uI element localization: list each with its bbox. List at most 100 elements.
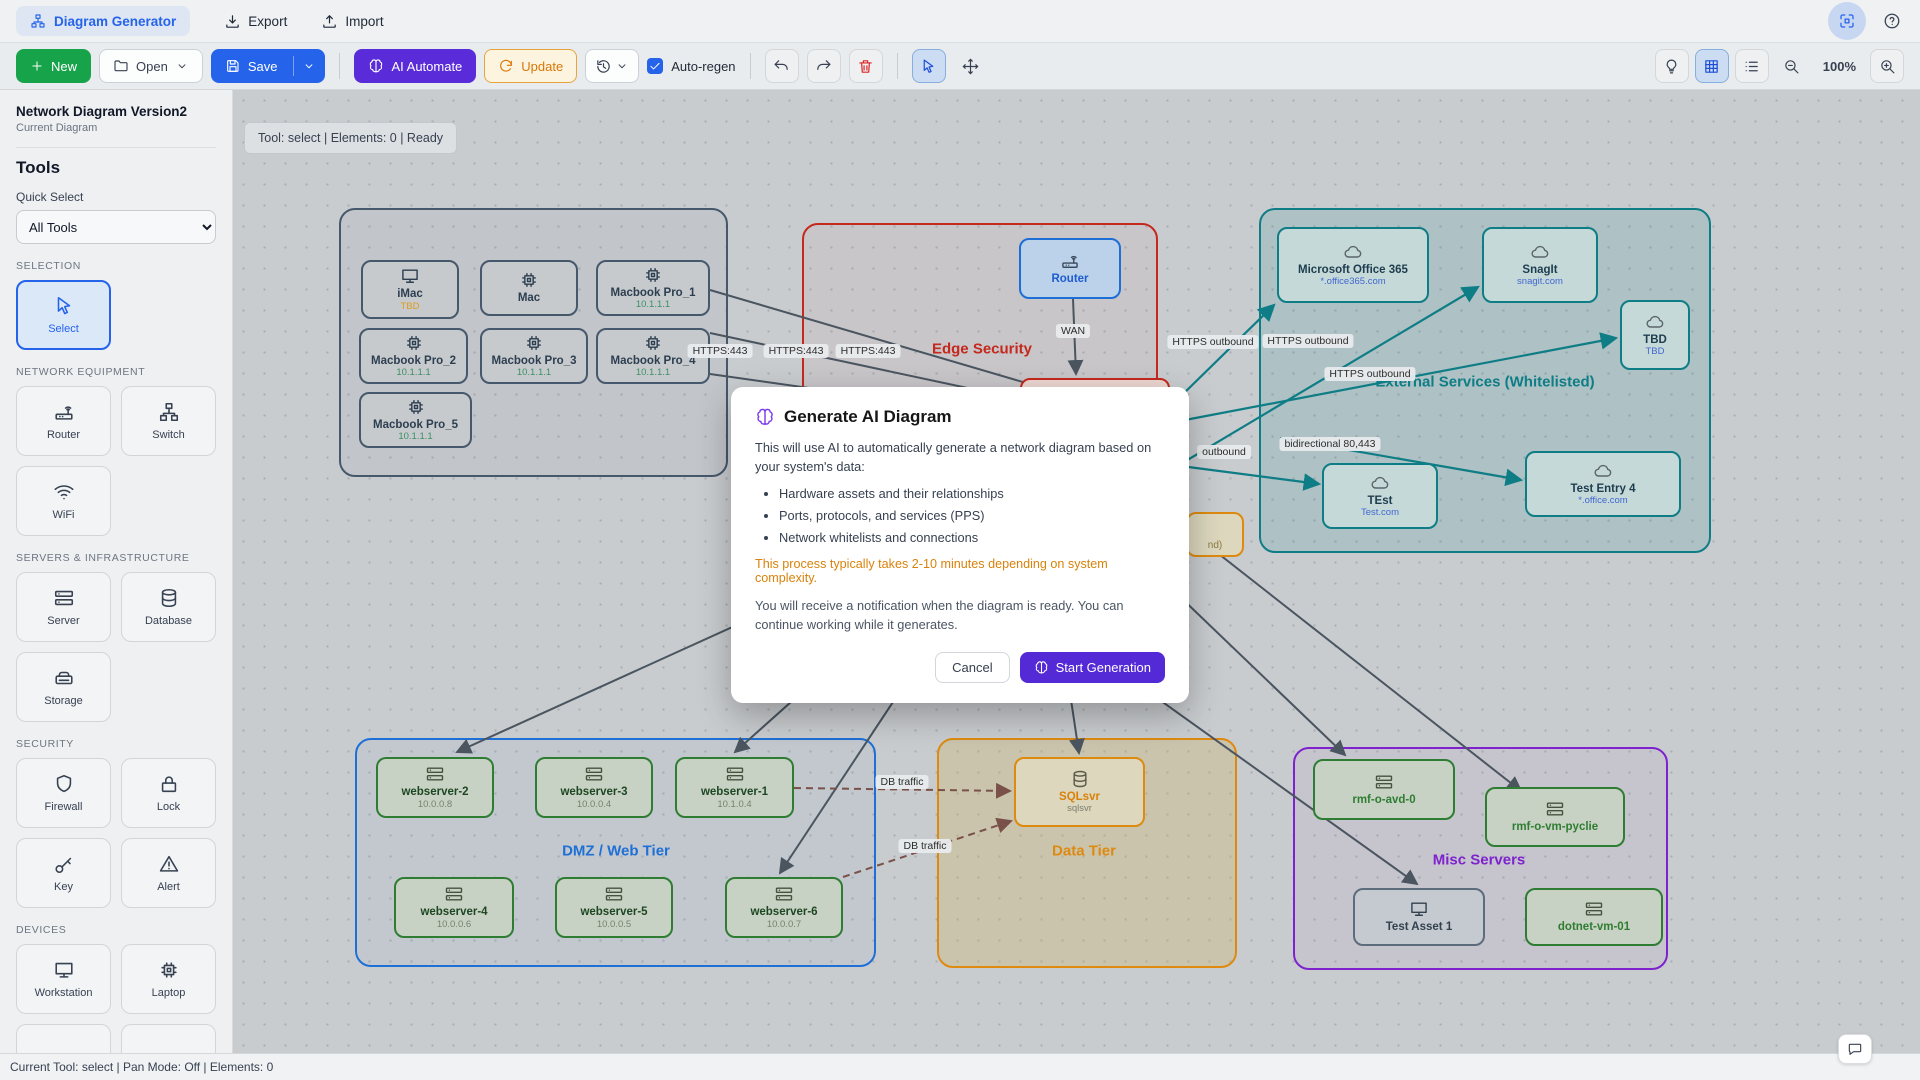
- help-button[interactable]: [1880, 9, 1904, 33]
- ai-automate-button[interactable]: AI Automate: [354, 49, 476, 83]
- node-mac[interactable]: Mac: [480, 260, 578, 316]
- cloud-icon: [1593, 461, 1613, 481]
- sidebar-item-firewall[interactable]: Firewall: [16, 758, 111, 828]
- pan-tool-button[interactable]: [954, 49, 988, 83]
- node-test-entry-4[interactable]: Test Entry 4*.office.com: [1525, 451, 1681, 517]
- node-webserver-5[interactable]: webserver-510.0.0.5: [555, 877, 673, 938]
- grid-view-button[interactable]: [1695, 49, 1729, 83]
- sidebar-item-alert[interactable]: Alert: [121, 838, 216, 908]
- server-icon: [725, 764, 745, 784]
- node-macbook-pro-3[interactable]: Macbook Pro_310.1.1.1: [480, 328, 588, 384]
- modal-warning: This process typically takes 2-10 minute…: [755, 557, 1165, 585]
- app-home-button[interactable]: Diagram Generator: [16, 6, 190, 36]
- quick-select-dropdown[interactable]: All Tools: [16, 210, 216, 244]
- select-tool-button[interactable]: [912, 49, 946, 83]
- node-test-asset-1[interactable]: Test Asset 1: [1353, 888, 1485, 946]
- cpu-icon: [158, 959, 180, 981]
- node-imac[interactable]: iMacTBD: [361, 260, 459, 319]
- checkbox-checked[interactable]: [647, 58, 663, 74]
- new-button[interactable]: New: [16, 49, 91, 83]
- save-button[interactable]: Save: [211, 49, 326, 83]
- hint-button[interactable]: [1655, 49, 1689, 83]
- node-router[interactable]: Router: [1019, 238, 1121, 299]
- node-label: iMac: [397, 288, 423, 302]
- zoom-out-icon: [1783, 58, 1800, 75]
- sidebar-item-laptop[interactable]: Laptop: [121, 944, 216, 1014]
- node-sublabel: Test.com: [1361, 508, 1399, 519]
- monitor-icon: [53, 959, 75, 981]
- cloud-icon: [1370, 473, 1390, 493]
- node-label: rmf-o-vm-pyclie: [1512, 821, 1598, 835]
- node-tbd[interactable]: TBDTBD: [1620, 300, 1690, 370]
- sidebar-item-key[interactable]: Key: [16, 838, 111, 908]
- cloud-icon: [1530, 242, 1550, 262]
- open-button[interactable]: Open: [99, 49, 203, 83]
- sidebar-item-switch[interactable]: Switch: [121, 386, 216, 456]
- node-snagit[interactable]: SnagItsnagit.com: [1482, 227, 1598, 303]
- list-icon: [1743, 58, 1760, 75]
- auto-regen-toggle[interactable]: Auto-regen: [647, 58, 735, 74]
- node-label: Test Asset 1: [1386, 921, 1452, 935]
- import-button[interactable]: Import: [321, 13, 383, 30]
- zoom-in-button[interactable]: [1870, 49, 1904, 83]
- sitemap-icon: [30, 13, 46, 29]
- sidebar-item-wifi[interactable]: WiFi: [16, 466, 111, 536]
- edge-label: HTTPS outbound: [1262, 334, 1353, 348]
- sidebar-item-partial[interactable]: [16, 1024, 111, 1053]
- grid-icon: [1703, 58, 1720, 75]
- sidebar-item-storage[interactable]: Storage: [16, 652, 111, 722]
- node-webserver-6[interactable]: webserver-610.0.0.7: [725, 877, 843, 938]
- node-webserver-3[interactable]: webserver-310.0.0.4: [535, 757, 653, 818]
- node-partial[interactable]: nd): [1186, 512, 1244, 557]
- node-webserver-1[interactable]: webserver-110.1.0.4: [675, 757, 794, 818]
- help-icon: [1883, 12, 1901, 30]
- node-label: Mac: [518, 292, 540, 306]
- toolbar: New Open Save AI Automate Update Auto-re…: [0, 43, 1920, 90]
- node-office365[interactable]: Microsoft Office 365*.office365.com: [1277, 227, 1429, 303]
- check-icon: [648, 59, 662, 73]
- section-title: NETWORK EQUIPMENT: [16, 366, 216, 378]
- node-dotnet-vm-01[interactable]: dotnet-vm-01: [1525, 888, 1663, 946]
- monitor-icon: [400, 266, 420, 286]
- chat-button[interactable]: [1838, 1034, 1872, 1064]
- node-label: Macbook Pro_3: [492, 355, 577, 369]
- node-macbook-pro-1[interactable]: Macbook Pro_110.1.1.1: [596, 260, 710, 316]
- history-button[interactable]: [585, 49, 639, 83]
- node-macbook-pro-5[interactable]: Macbook Pro_510.1.1.1: [359, 392, 472, 448]
- sidebar-item-router[interactable]: Router: [16, 386, 111, 456]
- sidebar-item-database[interactable]: Database: [121, 572, 216, 642]
- node-webserver-2[interactable]: webserver-210.0.0.8: [376, 757, 494, 818]
- redo-button[interactable]: [807, 49, 841, 83]
- sidebar-item-workstation[interactable]: Workstation: [16, 944, 111, 1014]
- cancel-button[interactable]: Cancel: [935, 652, 1009, 683]
- sidebar-item-select[interactable]: Select: [16, 280, 111, 350]
- node-rmf-o-vm-pyclie[interactable]: rmf-o-vm-pyclie: [1485, 787, 1625, 847]
- node-sqlsvr[interactable]: SQLsvrsqlsvr: [1014, 757, 1145, 827]
- export-button[interactable]: Export: [224, 13, 287, 30]
- start-generation-button[interactable]: Start Generation: [1020, 652, 1165, 683]
- zone-label-misc-servers: Misc Servers: [1433, 852, 1526, 869]
- delete-button[interactable]: [849, 49, 883, 83]
- node-sublabel: sqlsvr: [1067, 804, 1092, 815]
- undo-button[interactable]: [765, 49, 799, 83]
- router-icon: [1060, 251, 1080, 271]
- node-rmf-o-avd-0[interactable]: rmf-o-avd-0: [1313, 759, 1455, 820]
- sidebar-item-label: Router: [47, 429, 80, 441]
- node-sublabel: 10.1.1.1: [636, 300, 670, 311]
- fullscreen-button[interactable]: [1828, 2, 1866, 40]
- node-test[interactable]: TEstTest.com: [1322, 463, 1438, 529]
- update-button[interactable]: Update: [484, 49, 577, 83]
- sidebar-item-lock[interactable]: Lock: [121, 758, 216, 828]
- node-macbook-pro-2[interactable]: Macbook Pro_210.1.1.1: [359, 328, 468, 384]
- sidebar-item-partial[interactable]: [121, 1024, 216, 1053]
- save-dropdown[interactable]: [293, 56, 324, 76]
- list-view-button[interactable]: [1735, 49, 1769, 83]
- brain-icon: [1034, 660, 1049, 675]
- download-icon: [224, 13, 241, 30]
- zoom-out-button[interactable]: [1775, 49, 1809, 83]
- node-webserver-4[interactable]: webserver-410.0.0.6: [394, 877, 514, 938]
- sidebar-item-server[interactable]: Server: [16, 572, 111, 642]
- quick-select-label: Quick Select: [16, 190, 216, 204]
- trash-icon: [857, 58, 874, 75]
- node-sublabel: 10.0.0.4: [577, 800, 611, 811]
